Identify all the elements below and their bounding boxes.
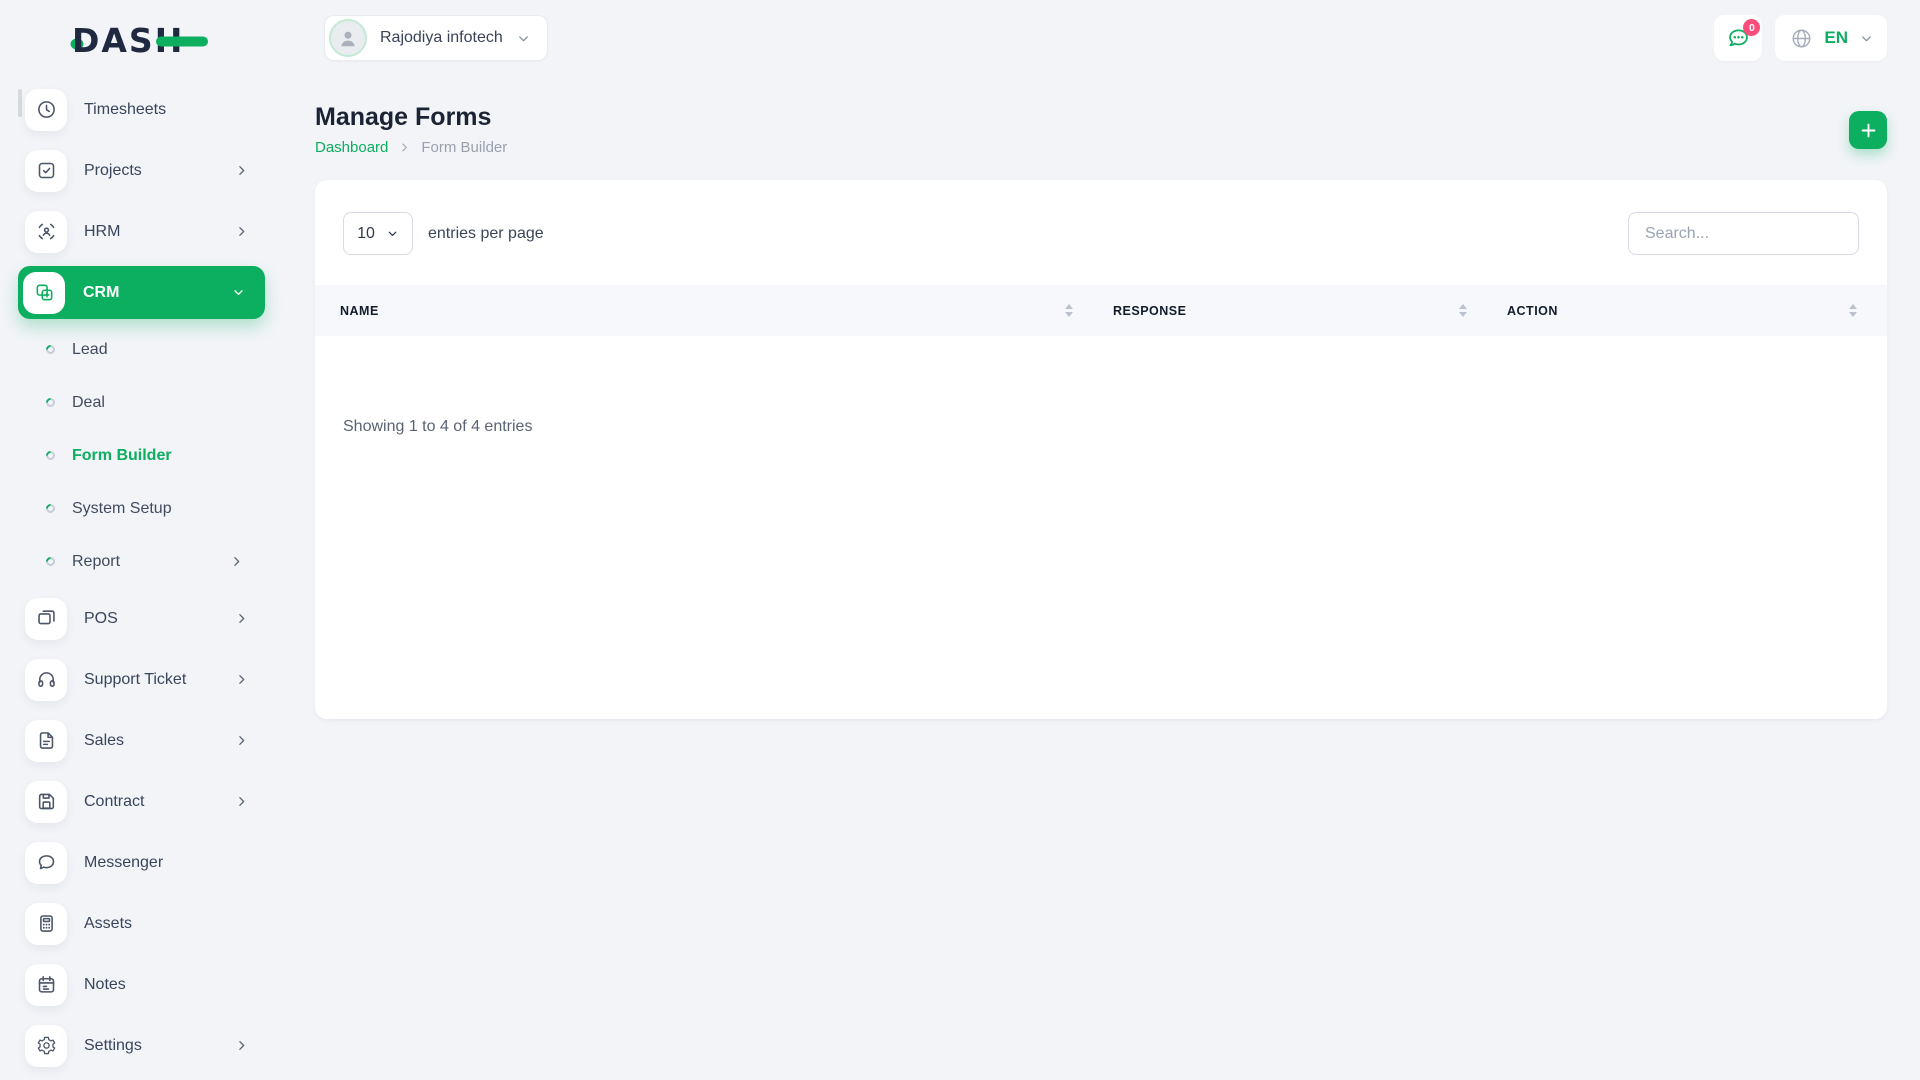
gear-icon: [25, 1025, 67, 1067]
search-input[interactable]: [1628, 212, 1859, 255]
forms-table: NAME RESPONSE ACTION: [315, 285, 1887, 336]
chevron-right-icon: [235, 164, 248, 177]
sidebar-item-system-setup[interactable]: System Setup: [0, 482, 263, 535]
chevron-right-icon: [230, 555, 243, 568]
sort-icon[interactable]: [1459, 304, 1467, 317]
sidebar-item-label: Contract: [84, 793, 144, 811]
sidebar-item-label: Lead: [72, 341, 108, 359]
chevron-right-icon: [235, 1039, 248, 1052]
chevron-down-icon: [1859, 31, 1874, 46]
sidebar-item-messenger[interactable]: Messenger: [0, 832, 263, 893]
globe-icon: [1790, 27, 1813, 50]
sidebar-item-label: Projects: [84, 162, 142, 180]
sidebar-item-label: Deal: [72, 394, 105, 412]
column-label: ACTION: [1507, 304, 1558, 318]
pos-window-icon: [25, 598, 67, 640]
chevron-right-icon: [235, 225, 248, 238]
sidebar-item-label: CRM: [83, 284, 119, 302]
scan-user-icon: [25, 211, 67, 253]
sidebar-item-support-ticket[interactable]: Support Ticket: [0, 649, 263, 710]
sort-icon[interactable]: [1065, 304, 1073, 317]
circle-bullet-icon: [44, 396, 57, 409]
sidebar-item-label: HRM: [84, 223, 120, 241]
circle-bullet-icon: [44, 449, 57, 462]
sidebar: Timesheets Projects HRM CRM Lead Deal Form Bui…: [0, 75, 263, 1080]
sidebar-item-label: Support Ticket: [84, 671, 186, 689]
company-name: Rajodiya infotech: [380, 29, 503, 47]
chevron-right-icon: [235, 795, 248, 808]
add-form-button[interactable]: [1849, 111, 1887, 149]
column-label: NAME: [340, 304, 379, 318]
sidebar-item-sales[interactable]: Sales: [0, 710, 263, 771]
circle-bullet-icon: [44, 502, 57, 515]
sidebar-item-crm[interactable]: CRM: [18, 266, 265, 319]
circle-bullet-icon: [44, 555, 57, 568]
page-title: Manage Forms: [315, 103, 507, 132]
sidebar-item-settings[interactable]: Settings: [0, 1015, 263, 1076]
sidebar-item-notes[interactable]: Notes: [0, 954, 263, 1015]
sidebar-item-lead[interactable]: Lead: [0, 323, 263, 376]
entries-per-page-value: 10: [357, 225, 375, 243]
sidebar-item-label: Sales: [84, 732, 124, 750]
sidebar-item-label: Notes: [84, 976, 126, 994]
check-square-icon: [25, 150, 67, 192]
sidebar-item-hrm[interactable]: HRM: [0, 201, 263, 262]
sidebar-item-label: System Setup: [72, 500, 172, 518]
language-selector[interactable]: EN: [1775, 15, 1887, 61]
calendar-icon: [25, 964, 67, 1006]
sidebar-item-report[interactable]: Report: [0, 535, 263, 588]
save-icon: [25, 781, 67, 823]
sidebar-item-contract[interactable]: Contract: [0, 771, 263, 832]
notification-badge: 0: [1743, 19, 1760, 36]
column-header-response[interactable]: RESPONSE: [1088, 285, 1482, 336]
plus-icon: [1859, 121, 1878, 140]
entries-per-page-label: entries per page: [428, 225, 544, 243]
sidebar-item-label: POS: [84, 610, 118, 628]
company-selector[interactable]: Rajodiya infotech: [324, 15, 548, 61]
sidebar-item-label: Assets: [84, 915, 132, 933]
column-header-name[interactable]: NAME: [315, 285, 1088, 336]
sidebar-item-label: Timesheets: [84, 101, 166, 119]
sidebar-item-label: Messenger: [84, 854, 163, 872]
sidebar-item-assets[interactable]: Assets: [0, 893, 263, 954]
file-text-icon: [25, 720, 67, 762]
headset-icon: [25, 659, 67, 701]
chevron-down-icon: [232, 286, 245, 299]
column-header-action[interactable]: ACTION: [1482, 285, 1887, 336]
sidebar-item-timesheets[interactable]: Timesheets: [0, 79, 263, 140]
entries-per-page-select[interactable]: 10: [343, 212, 413, 255]
chevron-down-icon: [386, 227, 399, 240]
breadcrumb-link-dashboard[interactable]: Dashboard: [315, 139, 388, 156]
chevron-down-icon: [516, 31, 531, 46]
overlap-squares-icon: [23, 272, 65, 314]
header: DASH Rajodiya infotech 0 EN: [0, 0, 1920, 75]
table-summary: Showing 1 to 4 of 4 entries: [315, 336, 1887, 436]
app-logo[interactable]: DASH: [70, 16, 220, 65]
sidebar-item-label: Form Builder: [72, 447, 172, 465]
messages-button[interactable]: 0: [1714, 15, 1762, 61]
chevron-right-icon: [235, 612, 248, 625]
main-content: Manage Forms Dashboard Form Builder 10 e…: [263, 75, 1920, 1080]
language-label: EN: [1824, 28, 1848, 48]
clock-icon: [25, 89, 67, 131]
chevron-right-icon: [235, 734, 248, 747]
message-icon: [25, 842, 67, 884]
sidebar-item-label: Settings: [84, 1037, 142, 1055]
sidebar-item-pos[interactable]: POS: [0, 588, 263, 649]
sidebar-item-label: Report: [72, 553, 120, 571]
chevron-right-icon: [235, 673, 248, 686]
sidebar-item-form-builder[interactable]: Form Builder: [0, 429, 263, 482]
forms-card: 10 entries per page NAME RESPONSE ACTION S…: [315, 180, 1887, 719]
user-icon: [329, 19, 367, 57]
circle-bullet-icon: [44, 343, 57, 356]
chevron-right-icon: [399, 142, 410, 153]
breadcrumb-current: Form Builder: [421, 139, 507, 156]
breadcrumb: Dashboard Form Builder: [315, 139, 507, 156]
sidebar-item-projects[interactable]: Projects: [0, 140, 263, 201]
column-label: RESPONSE: [1113, 304, 1186, 318]
sidebar-item-deal[interactable]: Deal: [0, 376, 263, 429]
calculator-icon: [25, 903, 67, 945]
sort-icon[interactable]: [1849, 304, 1857, 317]
